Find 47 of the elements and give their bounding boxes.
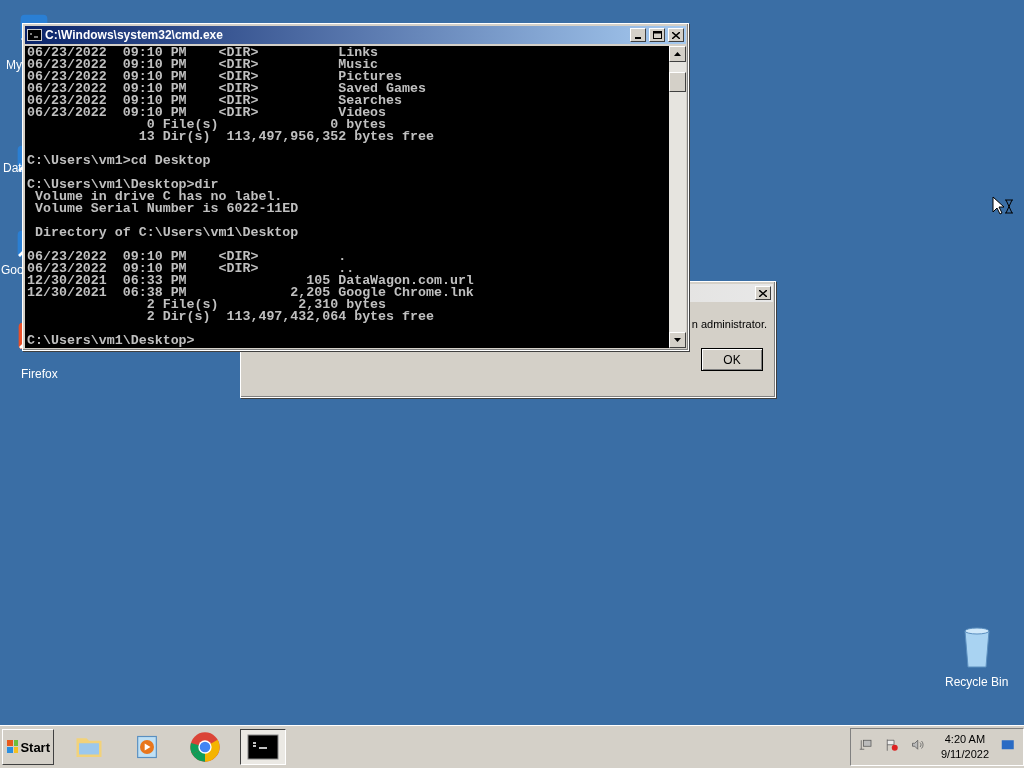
chrome-icon: [189, 731, 221, 763]
console-line: 2 Dir(s) 113,497,432,064 bytes free: [145, 311, 435, 323]
console-line: 06/23/2022 09:10 PM <DIR> Pictures: [27, 71, 403, 83]
console-line: 06/23/2022 09:10 PM <DIR> Saved Games: [27, 83, 427, 95]
desktop-icon-label[interactable]: Firefox: [21, 367, 58, 381]
console-line: Volume in drive C has no label.: [34, 191, 283, 203]
console-line: Directory of C:\Users\vm1\Desktop: [33, 227, 300, 239]
clock-date[interactable]: 9/11/2022: [940, 747, 989, 762]
console-line: 13 Dir(s) 113,497,956,352 bytes free: [137, 131, 435, 143]
dialog-message: n administrator.: [691, 318, 767, 330]
maximize-icon: [652, 31, 662, 39]
busy-cursor-icon: [992, 196, 1014, 216]
start-button[interactable]: Start: [2, 729, 54, 765]
taskbar-button[interactable]: [240, 729, 286, 765]
console-line: 2 File(s) 2,310 bytes: [145, 299, 387, 311]
console-line: 06/23/2022 09:10 PM <DIR> Links: [27, 47, 380, 59]
scroll-down-icon: [674, 338, 681, 342]
console-icon: [27, 29, 42, 41]
scrollbar[interactable]: [669, 46, 686, 348]
close-button[interactable]: [668, 28, 684, 42]
console-icon: [247, 734, 279, 760]
close-icon: [759, 289, 767, 297]
desktop-icon-label[interactable]: Recycle Bin: [945, 675, 1009, 689]
console-line: 06/23/2022 09:10 PM <DIR> ..: [27, 263, 355, 275]
console-line: C:\Users\vm1\Desktop>: [27, 335, 196, 347]
console-line: C:\Users\vm1>cd Desktop: [27, 155, 212, 167]
console-line: 0 File(s) 0 bytes: [146, 119, 387, 131]
maximize-button[interactable]: [649, 28, 665, 42]
scroll-up-icon: [674, 52, 681, 56]
close-icon: [672, 31, 680, 39]
console-line: 06/23/2022 09:10 PM <DIR> Searches: [27, 95, 404, 107]
windows-logo-icon: [6, 739, 19, 755]
console-line: 12/30/2021 06:33 PM 105 DataWagon.com.url: [27, 275, 475, 287]
desktop-icon-label[interactable]: My: [6, 58, 22, 72]
console-line: C:\Users\vm1\Desktop>dir: [27, 179, 220, 191]
ok-button[interactable]: OK: [701, 348, 763, 371]
console-line: 06/23/2022 09:10 PM <DIR> Music: [27, 59, 379, 71]
desktop-icon-label[interactable]: Dat: [3, 161, 22, 175]
console-line: 06/23/2022 09:10 PM <DIR> Videos: [27, 107, 388, 119]
minimize-button[interactable]: [630, 28, 646, 42]
clock-time[interactable]: 4:20 AM: [944, 732, 986, 747]
console-line: 12/30/2021 06:38 PM 2,205 Google Chrome.lnk: [27, 287, 475, 299]
scroll-thumb[interactable]: [669, 72, 686, 92]
console-line: 06/23/2022 09:10 PM <DIR> .: [27, 251, 348, 263]
close-button[interactable]: [755, 286, 771, 300]
window-title: C:\Windows\system32\cmd.exe: [45, 28, 224, 42]
console-line: Volume Serial Number is 6022-11ED: [33, 203, 300, 215]
